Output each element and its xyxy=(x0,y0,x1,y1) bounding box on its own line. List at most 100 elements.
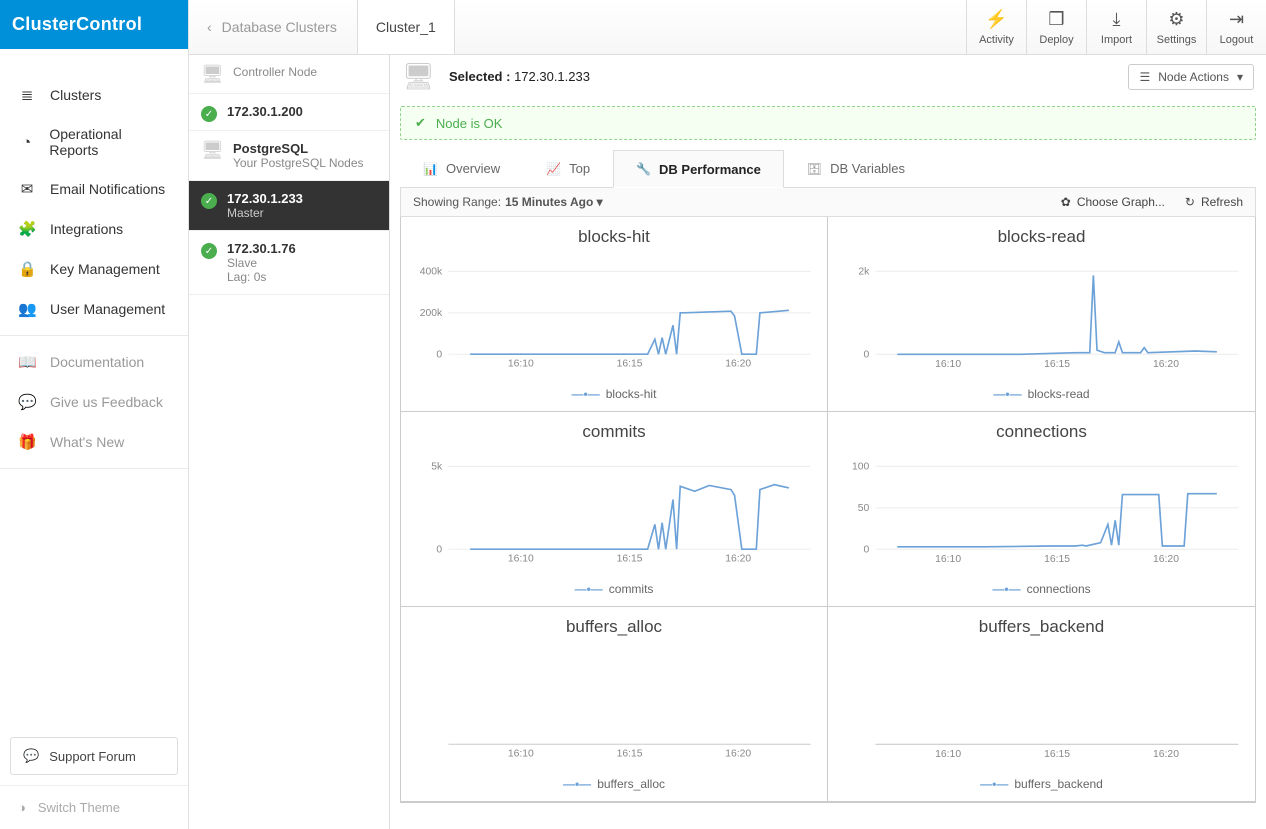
chart-blocks-hit: blocks-hit 0200k400k16:1016:1516:20 —•— b… xyxy=(401,217,828,412)
selected-ip: 172.30.1.233 xyxy=(514,69,590,84)
chart-legend: —•—buffers_backend xyxy=(834,773,1249,795)
sidebar-item-email-notifications[interactable]: ✉Email Notifications xyxy=(0,169,188,209)
nav-group-main: ≣Clusters◔Operational Reports✉Email Noti… xyxy=(0,69,188,336)
logout-button[interactable]: ⇥ Logout xyxy=(1206,0,1266,54)
range-bar: Showing Range: 15 Minutes Ago ▾ ✿Choose … xyxy=(400,188,1256,217)
import-button[interactable]: ⤓Import xyxy=(1086,0,1146,54)
logout-label: Logout xyxy=(1220,34,1254,46)
deploy-button[interactable]: ❒Deploy xyxy=(1026,0,1086,54)
breadcrumb-root[interactable]: Database Clusters xyxy=(222,19,337,35)
chart-connections: connections 05010016:1016:1516:20 —•—con… xyxy=(828,412,1255,607)
legend-marker-icon: —•— xyxy=(572,387,600,401)
sidebar-item-what's-new[interactable]: 🎁What's New xyxy=(0,422,188,462)
support-forum-button[interactable]: 💬 Support Forum xyxy=(10,737,178,775)
nav-label: Documentation xyxy=(50,354,144,370)
svg-text:16:10: 16:10 xyxy=(935,554,961,565)
tab-top[interactable]: 📈Top xyxy=(523,150,613,187)
node-actions-button[interactable]: ☰ Node Actions ▾ xyxy=(1128,64,1254,90)
switch-theme-button[interactable]: ◑ Switch Theme xyxy=(0,785,188,829)
support-label: Support Forum xyxy=(49,749,136,764)
node-role: Master xyxy=(227,206,303,220)
sidebar-item-user-management[interactable]: 👥User Management xyxy=(0,289,188,329)
sidebar-item-give-us-feedback[interactable]: 💬 Give us Feedback xyxy=(0,382,188,422)
tab-label: DB Variables xyxy=(830,161,905,176)
import-icon: ⤓ xyxy=(1113,9,1121,30)
tab-db-performance[interactable]: 🔧DB Performance xyxy=(613,150,784,188)
sidepanel-controller-node[interactable]: 🖥Controller Node xyxy=(189,55,389,94)
breadcrumb-back-icon[interactable]: ‹ xyxy=(207,19,212,35)
chart-svg: 16:1016:1516:20 xyxy=(407,643,821,773)
sidepanel-group-postgresql[interactable]: 🖥PostgreSQLYour PostgreSQL Nodes xyxy=(189,131,389,181)
status-ok-icon: ✓ xyxy=(201,193,217,209)
nav-label: Operational Reports xyxy=(49,126,170,158)
selected-label: Selected : xyxy=(449,69,510,84)
gear-icon: ⚙ xyxy=(1168,9,1184,30)
group-subtitle: Your PostgreSQL Nodes xyxy=(233,156,364,170)
range-value-dropdown[interactable]: 15 Minutes Ago ▾ xyxy=(505,195,603,209)
topbar-actions: ⚡Activity ❒Deploy ⤓Import ⚙ Settings ⇥ Log… xyxy=(966,0,1266,54)
status-ok-icon: ✓ xyxy=(201,243,217,259)
settings-button[interactable]: ⚙ Settings xyxy=(1146,0,1206,54)
page: 🖥 Selected : 172.30.1.233 ☰ Node Actions… xyxy=(390,55,1266,829)
nav-group-help: 📖Documentation 💬 Give us Feedback 🎁What's N… xyxy=(0,336,188,469)
node-ip: 172.30.1.76 xyxy=(227,241,296,256)
svg-text:16:10: 16:10 xyxy=(508,554,534,565)
server-icon: 🖥 xyxy=(402,61,435,92)
list-icon: ☰ xyxy=(1139,70,1150,84)
chart-legend: —•—commits xyxy=(407,578,821,600)
chart-title: commits xyxy=(407,422,821,442)
sidebar-item-key-management[interactable]: 🔒Key Management xyxy=(0,249,188,289)
range-label: Showing Range: xyxy=(413,195,501,209)
chart-svg: 16:10 16:15 16:20 xyxy=(834,643,1249,773)
svg-text:16:20: 16:20 xyxy=(1153,554,1179,565)
sidepanel-node-172-30-1-76[interactable]: ✓172.30.1.76SlaveLag: 0s xyxy=(189,231,389,295)
refresh-icon: ↻ xyxy=(1185,195,1195,209)
tab-overview[interactable]: 📊Overview xyxy=(400,150,523,187)
nav-label: Give us Feedback xyxy=(50,394,163,410)
tab-db-variables[interactable]: 🗄 DB Variables xyxy=(784,150,928,187)
sidebar-item-integrations[interactable]: 🧩Integrations xyxy=(0,209,188,249)
nav-label: Key Management xyxy=(50,261,160,277)
choose-graph-button[interactable]: ✿Choose Graph... xyxy=(1061,195,1165,209)
nav-icon: 💬 xyxy=(18,393,36,411)
logout-icon: ⇥ xyxy=(1229,9,1244,30)
chart-svg: 02k16:1016:1516:20 xyxy=(834,253,1249,383)
chart-title: connections xyxy=(834,422,1249,442)
tab-icon: 🗄 xyxy=(807,162,822,176)
status-ok-icon: ✓ xyxy=(201,106,217,122)
svg-text:2k: 2k xyxy=(858,266,870,277)
topbar: ‹ Database Clusters Cluster_1 ⚡Activity … xyxy=(189,0,1266,55)
sidebar-item-documentation[interactable]: 📖Documentation xyxy=(0,342,188,382)
legend-label: blocks-hit xyxy=(606,387,657,401)
node-lag: Lag: 0s xyxy=(227,270,296,284)
settings-label: Settings xyxy=(1157,34,1197,46)
svg-text:16:10: 16:10 xyxy=(935,749,961,760)
sidepanel-node-172-30-1-233[interactable]: ✓172.30.1.233Master xyxy=(189,181,389,231)
nav-icon: 👥 xyxy=(18,300,36,318)
svg-text:16:20: 16:20 xyxy=(725,749,751,760)
chevron-down-icon: ▾ xyxy=(1237,70,1243,84)
refresh-button[interactable]: ↻Refresh xyxy=(1185,195,1243,209)
legend-marker-icon: —•— xyxy=(993,387,1021,401)
chart-legend: —•— blocks-hit xyxy=(407,383,821,405)
legend-label: blocks-read xyxy=(1028,387,1090,401)
chart-legend: —•—buffers_alloc xyxy=(407,773,821,795)
nav-label: What's New xyxy=(50,434,124,450)
toggle-icon: ◑ xyxy=(18,800,26,815)
chart-title: buffers_backend xyxy=(834,617,1249,637)
legend-label: connections xyxy=(1027,582,1091,596)
sidebar-item-clusters[interactable]: ≣Clusters xyxy=(0,75,188,115)
svg-text:16:20: 16:20 xyxy=(1153,749,1179,760)
tabs: 📊Overview📈Top🔧DB Performance 🗄 DB Variable… xyxy=(400,150,1256,188)
svg-text:100: 100 xyxy=(852,461,870,472)
svg-text:16:15: 16:15 xyxy=(1044,749,1070,760)
activity-button[interactable]: ⚡Activity xyxy=(966,0,1026,54)
tab-icon: 🔧 xyxy=(636,162,651,176)
chart-title: blocks-read xyxy=(834,227,1249,247)
legend-marker-icon: —•— xyxy=(563,777,591,791)
sidepanel-node-172-30-1-200[interactable]: ✓172.30.1.200 xyxy=(189,94,389,131)
sidebar-item-operational-reports[interactable]: ◔Operational Reports xyxy=(0,115,188,169)
content: 🖥Controller Node✓172.30.1.200🖥PostgreSQL… xyxy=(189,55,1266,829)
chart-svg: 0200k400k16:1016:1516:20 xyxy=(407,253,821,383)
svg-text:16:20: 16:20 xyxy=(1153,359,1179,370)
